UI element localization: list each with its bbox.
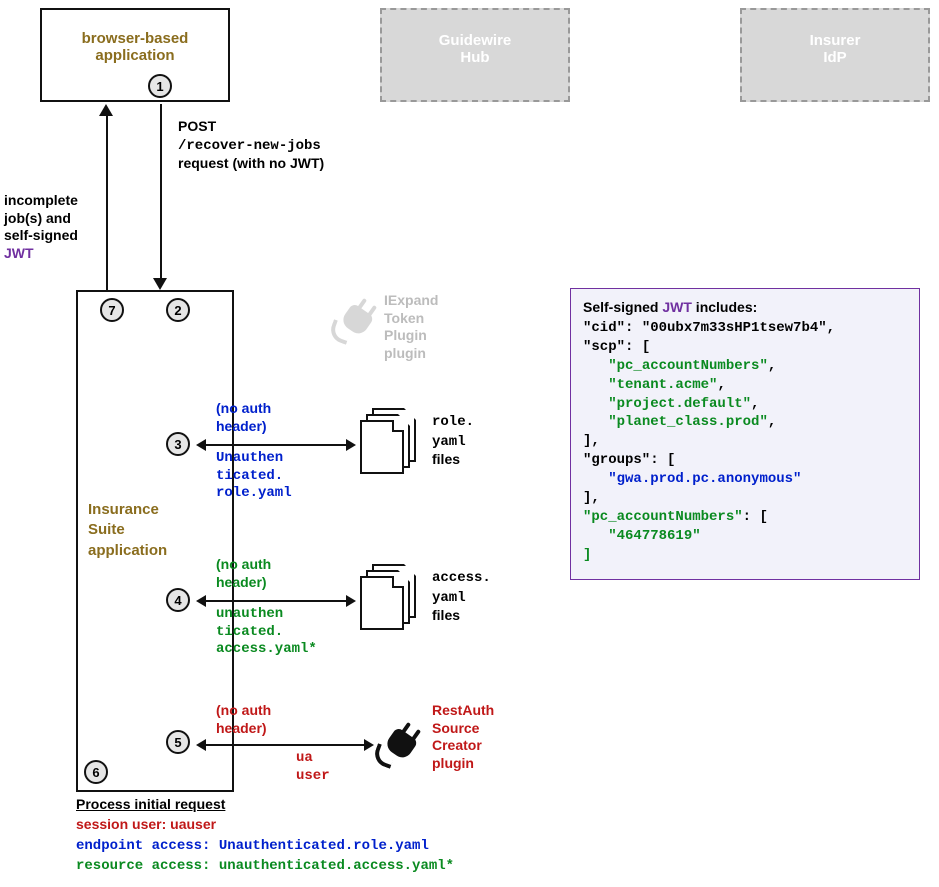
row5-side: RestAuth Source Creator plugin: [432, 702, 494, 772]
row4-arrow: [206, 600, 346, 602]
row3-side: role. yaml files: [432, 412, 474, 469]
step-5: 5: [166, 730, 190, 754]
iexpand-label: IExpand Token Plugin plugin: [384, 292, 438, 362]
files-icon-access: [360, 564, 418, 630]
process-session: session user: uauser: [76, 816, 216, 832]
jwt-info-box: Self-signed JWT includes: "cid": "00ubx7…: [570, 288, 920, 580]
idp-label-2: IdP: [823, 49, 846, 66]
row3-return: Unauthen ticated. role.yaml: [216, 450, 292, 503]
idp-label-1: Insurer: [810, 32, 861, 49]
step-4: 4: [166, 588, 190, 612]
row5-noauth: (no auth header): [216, 702, 271, 737]
arrow-response: [106, 116, 108, 290]
step-2: 2: [166, 298, 190, 322]
arrow-post-request: [160, 104, 162, 280]
step-3: 3: [166, 432, 190, 456]
plug-icon-disabled: [330, 296, 378, 344]
row3-noauth: (no auth header): [216, 400, 271, 435]
process-endpoint: endpoint access: Unauthenticated.role.ya…: [76, 836, 429, 854]
plug-icon: [374, 720, 422, 768]
browser-app-label: browser-based application: [82, 30, 189, 64]
post-label: POST /recover-new-jobs request (with no …: [178, 118, 324, 173]
hub-label-2: Hub: [460, 49, 489, 66]
row3-arrow: [206, 444, 346, 446]
process-resource: resource access: unauthenticated.access.…: [76, 856, 454, 874]
arrowhead-up: [99, 104, 113, 116]
row4-side: access. yaml files: [432, 568, 491, 625]
jwt-content: "cid": "00ubx7m33sHP1tsew7b4", "scp": [ …: [583, 319, 907, 565]
app-label: Insurance Suite application: [88, 500, 218, 561]
step-7: 7: [100, 298, 124, 322]
step-1: 1: [148, 74, 172, 98]
browser-app-box: browser-based application: [40, 8, 230, 102]
response-label: incomplete job(s) and self-signed JWT: [4, 192, 104, 262]
jwt-title: Self-signed JWT includes:: [583, 299, 907, 315]
step-6: 6: [84, 760, 108, 784]
files-icon-role: [360, 408, 418, 474]
insurer-idp-box: Insurer IdP: [740, 8, 930, 102]
row5-arrow: [206, 744, 364, 746]
row4-noauth: (no auth header): [216, 556, 271, 591]
process-title: Process initial request: [76, 796, 225, 812]
arrowhead-down: [153, 278, 167, 290]
row4-return: unauthen ticated. access.yaml*: [216, 606, 317, 659]
guidewire-hub-box: Guidewire Hub: [380, 8, 570, 102]
row5-return: ua user: [296, 750, 330, 785]
hub-label-1: Guidewire: [439, 32, 512, 49]
